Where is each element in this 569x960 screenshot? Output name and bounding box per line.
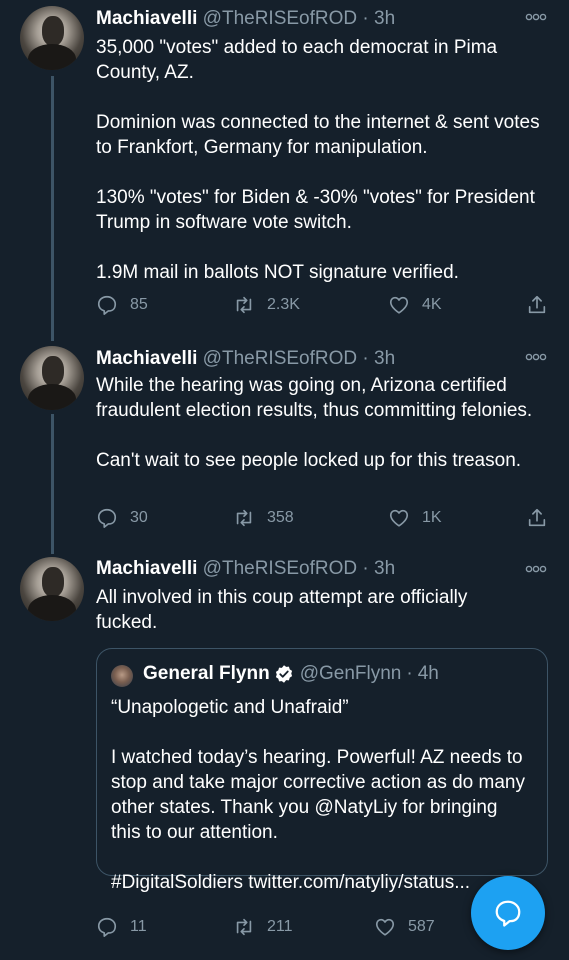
retweet-button[interactable]: 211 (233, 916, 293, 938)
tweet-actions: 85 2.3K 4K (96, 294, 556, 320)
like-button[interactable]: 587 (374, 916, 435, 938)
tweet-paragraph: All involved in this coup attempt are of… (96, 587, 468, 633)
author-handle[interactable]: @TheRISEofROD (203, 558, 357, 579)
author-name[interactable]: Machiavelli (96, 348, 197, 369)
quoted-avatar[interactable] (111, 665, 133, 687)
new-message-button[interactable] (471, 876, 545, 950)
heart-icon (389, 296, 409, 314)
reply-button[interactable]: 85 (96, 294, 148, 316)
share-button[interactable] (526, 507, 548, 529)
separator-dot: · (362, 348, 369, 369)
more-options-icon[interactable] (525, 564, 547, 574)
retweet-icon (236, 509, 252, 527)
tweet-1[interactable]: Machiavelli @TheRISEofROD · 3h 35,000 "v… (0, 0, 569, 340)
reply-count: 30 (130, 509, 148, 526)
reply-button[interactable]: 30 (96, 507, 148, 529)
retweet-button[interactable]: 2.3K (233, 294, 300, 316)
tweet-text: While the hearing was going on, Arizona … (96, 373, 546, 473)
author-handle[interactable]: @TheRISEofROD (203, 348, 357, 369)
tweet-paragraph: Can't wait to see people locked up for t… (96, 450, 522, 471)
quoted-timestamp[interactable]: 4h (418, 663, 439, 685)
retweet-icon (236, 918, 252, 936)
tweet-paragraph: 130% "votes" for Biden & -30% "votes" fo… (96, 187, 535, 233)
share-icon (528, 295, 546, 314)
like-count: 1K (422, 509, 442, 526)
tweet-text: All involved in this coup attempt are of… (96, 585, 516, 635)
reply-icon (97, 917, 117, 937)
quoted-author-handle[interactable]: @GenFlynn (300, 663, 402, 685)
reply-count: 11 (130, 918, 147, 935)
share-icon (528, 508, 546, 527)
quoted-tweet[interactable]: General Flynn @GenFlynn · 4h “Unapologet… (96, 648, 548, 893)
tweet-text: 35,000 "votes" added to each democrat in… (96, 35, 546, 285)
author-name[interactable]: Machiavelli (96, 8, 197, 29)
tweet-paragraph: 1.9M mail in ballots NOT signature verif… (96, 262, 459, 283)
like-button[interactable]: 4K (388, 294, 442, 316)
tweet-header: Machiavelli @TheRISEofROD · 3h (96, 8, 395, 30)
tweet-paragraph: 35,000 "votes" added to each democrat in… (96, 37, 498, 83)
more-options-icon[interactable] (525, 12, 547, 22)
like-count: 587 (408, 918, 435, 935)
tweet-header: Machiavelli @TheRISEofROD · 3h (96, 558, 395, 580)
heart-icon (375, 918, 395, 936)
verified-badge-icon (275, 665, 292, 683)
author-handle[interactable]: @TheRISEofROD (203, 8, 357, 29)
tweet-2[interactable]: Machiavelli @TheRISEofROD · 3h While the… (0, 340, 569, 554)
reply-count: 85 (130, 296, 148, 313)
separator-dot: · (362, 558, 369, 579)
tweet-paragraph: Dominion was connected to the internet &… (96, 112, 540, 158)
separator-dot: · (406, 663, 413, 684)
avatar[interactable] (20, 557, 84, 621)
quoted-tweet-text: “Unapologetic and Unafraid” I watched to… (111, 695, 531, 895)
retweet-icon (236, 296, 252, 314)
retweet-count: 211 (267, 918, 293, 935)
reply-button[interactable]: 11 (96, 916, 147, 938)
timestamp[interactable]: 3h (374, 8, 395, 29)
retweet-count: 358 (267, 509, 294, 526)
share-button[interactable] (526, 294, 548, 316)
retweet-button[interactable]: 358 (233, 507, 294, 529)
tweet-paragraph: While the hearing was going on, Arizona … (96, 375, 533, 421)
more-options-icon[interactable] (525, 352, 547, 362)
quoted-tweet-header: General Flynn @GenFlynn · 4h (143, 663, 439, 685)
reply-icon (97, 508, 117, 528)
quoted-author-name[interactable]: General Flynn (143, 663, 270, 685)
quoted-paragraph: I watched today’s hearing. Powerful! AZ … (111, 747, 525, 843)
quoted-paragraph: #DigitalSoldiers twitter.com/natyliy/sta… (111, 872, 471, 893)
avatar[interactable] (20, 346, 84, 410)
heart-icon (389, 509, 409, 527)
quoted-title: “Unapologetic and Unafraid” (111, 697, 349, 718)
tweet-header: Machiavelli @TheRISEofROD · 3h (96, 348, 395, 370)
separator-dot: · (362, 8, 369, 29)
author-name[interactable]: Machiavelli (96, 558, 197, 579)
tweet-actions: 30 358 1K (96, 507, 556, 533)
timestamp[interactable]: 3h (374, 348, 395, 369)
timestamp[interactable]: 3h (374, 558, 395, 579)
avatar[interactable] (20, 6, 84, 70)
new-message-icon (495, 900, 521, 927)
like-count: 4K (422, 296, 442, 313)
reply-icon (97, 295, 117, 315)
retweet-count: 2.3K (267, 296, 300, 313)
like-button[interactable]: 1K (388, 507, 442, 529)
